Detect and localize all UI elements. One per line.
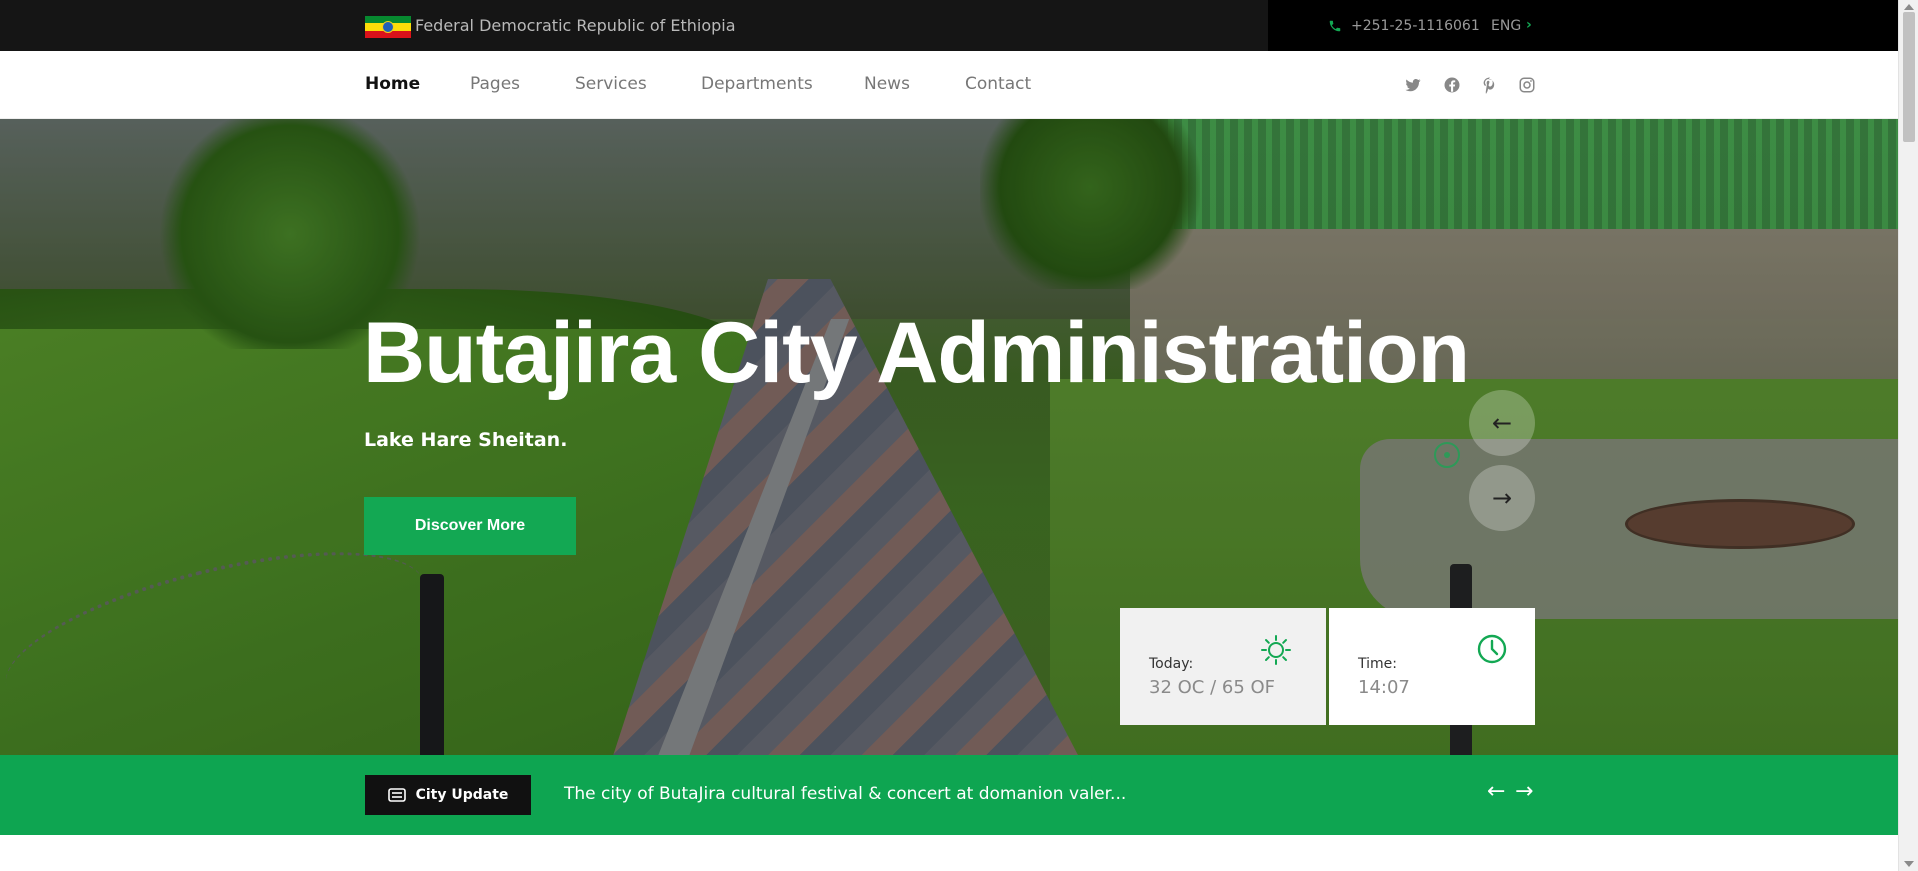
top-bar: Federal Democratic Republic of Ethiopia …: [0, 0, 1898, 51]
nav-departments[interactable]: Departments: [701, 74, 813, 94]
nav-home[interactable]: Home: [365, 74, 420, 94]
hero-title: Butajira City Administration: [363, 305, 1470, 401]
ethiopia-flag-icon: [365, 16, 411, 38]
phone-icon: [1329, 20, 1341, 32]
time-card: Time: 14:07: [1329, 608, 1535, 725]
update-prev-button[interactable]: ←: [1487, 779, 1505, 804]
chevron-right-icon[interactable]: ›: [1526, 17, 1532, 33]
nav-news[interactable]: News: [864, 74, 910, 94]
slider-next-button[interactable]: →: [1469, 465, 1535, 531]
city-update-strip: City Update The city of ButaJira cultura…: [0, 755, 1898, 835]
weather-label: Today:: [1149, 656, 1194, 672]
scroll-up-arrow-icon[interactable]: [1904, 4, 1914, 10]
slider-prev-button[interactable]: ←: [1469, 390, 1535, 456]
weather-value: 32 OC / 65 OF: [1149, 677, 1276, 698]
nav-contact[interactable]: Contact: [965, 74, 1031, 94]
news-icon: [387, 788, 406, 802]
pinterest-icon[interactable]: [1481, 76, 1499, 94]
city-update-badge: City Update: [365, 775, 531, 815]
nav-pages[interactable]: Pages: [470, 74, 520, 94]
hero-slider: Butajira City Administration Lake Hare S…: [0, 119, 1898, 755]
weather-card: Today: 32 OC / 65 OF: [1120, 608, 1326, 725]
time-value: 14:07: [1358, 677, 1410, 698]
update-headline-link[interactable]: The city of ButaJira cultural festival &…: [564, 784, 1126, 804]
instagram-icon[interactable]: [1518, 76, 1536, 94]
twitter-icon[interactable]: [1404, 76, 1422, 94]
sun-icon: [1261, 635, 1291, 665]
hero-subtitle: Lake Hare Sheitan.: [364, 429, 568, 451]
scroll-down-arrow-icon[interactable]: [1904, 861, 1914, 867]
scrollbar-thumb[interactable]: [1903, 12, 1915, 142]
time-label: Time:: [1358, 656, 1397, 672]
facebook-icon[interactable]: [1443, 76, 1461, 94]
discover-more-button[interactable]: Discover More: [364, 497, 576, 555]
nav-services[interactable]: Services: [575, 74, 647, 94]
phone-number-link[interactable]: +251-25-1116061: [1351, 18, 1480, 34]
update-next-button[interactable]: →: [1515, 779, 1533, 804]
page-scrollbar[interactable]: [1898, 0, 1918, 871]
country-name: Federal Democratic Republic of Ethiopia: [415, 16, 736, 35]
city-update-label: City Update: [415, 787, 509, 803]
clock-icon: [1477, 634, 1507, 664]
slide-indicator[interactable]: [1434, 442, 1460, 468]
language-selector[interactable]: ENG: [1491, 18, 1521, 34]
main-navbar: Home Pages Services Departments News Con…: [0, 51, 1898, 119]
